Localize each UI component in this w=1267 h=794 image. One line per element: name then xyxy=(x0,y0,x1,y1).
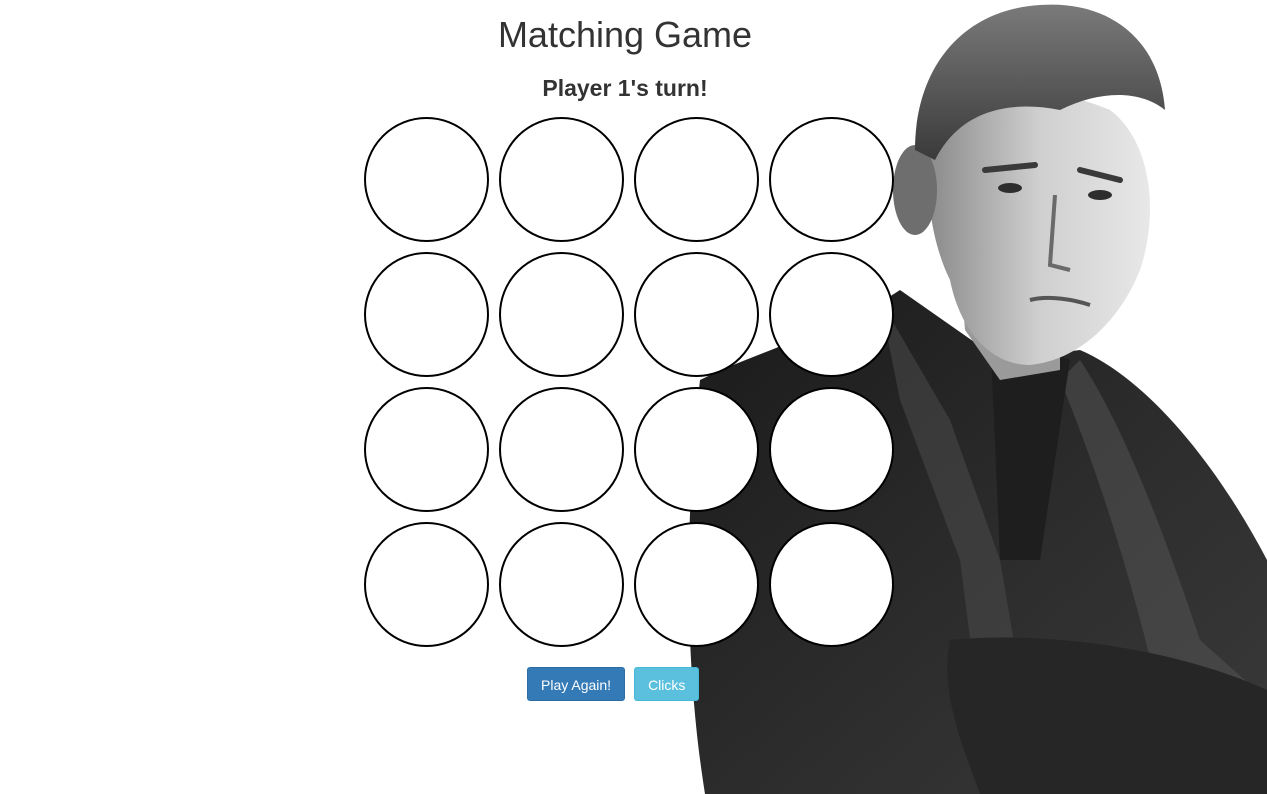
memory-card[interactable] xyxy=(499,522,624,647)
clicks-button[interactable]: Clicks xyxy=(634,667,700,701)
memory-card[interactable] xyxy=(634,522,759,647)
memory-card[interactable] xyxy=(499,117,624,242)
memory-card[interactable] xyxy=(634,117,759,242)
memory-card[interactable] xyxy=(364,387,489,512)
game-page: Matching Game Player 1's turn! Play Agai… xyxy=(0,0,1267,794)
game-controls: Play Again! Clicks xyxy=(527,667,700,701)
memory-card[interactable] xyxy=(769,522,894,647)
memory-card[interactable] xyxy=(769,252,894,377)
memory-card[interactable] xyxy=(364,522,489,647)
memory-card[interactable] xyxy=(634,387,759,512)
page-title: Matching Game xyxy=(497,14,753,55)
memory-card[interactable] xyxy=(499,387,624,512)
turn-indicator: Player 1's turn! xyxy=(542,75,708,101)
memory-card[interactable] xyxy=(499,252,624,377)
memory-card[interactable] xyxy=(769,117,894,242)
memory-card[interactable] xyxy=(364,252,489,377)
memory-card[interactable] xyxy=(634,252,759,377)
play-again-button[interactable]: Play Again! xyxy=(527,667,626,701)
memory-card[interactable] xyxy=(364,117,489,242)
card-board xyxy=(364,117,896,649)
memory-card[interactable] xyxy=(769,387,894,512)
